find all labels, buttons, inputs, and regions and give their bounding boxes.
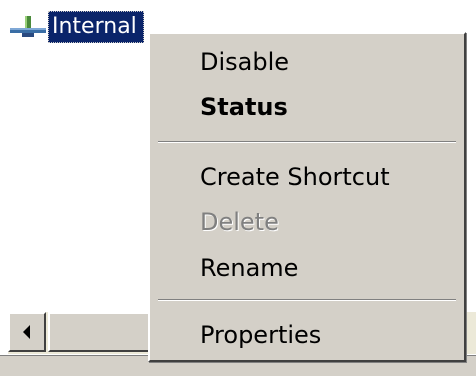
network-connection-label[interactable]: Internal — [48, 11, 144, 43]
menu-item-create-shortcut[interactable]: Create Shortcut — [200, 159, 390, 195]
scroll-left-button[interactable] — [8, 312, 46, 352]
network-connection-item[interactable]: Internal — [8, 11, 144, 43]
menu-item-rename[interactable]: Rename — [200, 250, 298, 286]
network-connection-icon — [10, 16, 46, 37]
scroll-thumb[interactable] — [48, 312, 158, 352]
scroll-left-arrow-icon — [23, 325, 30, 339]
menu-item-delete: Delete — [200, 208, 279, 236]
menu-separator — [158, 141, 456, 143]
context-menu: Disable Status Create Shortcut Delete Re… — [148, 32, 466, 362]
menu-item-status[interactable]: Status — [200, 89, 288, 125]
menu-item-disable[interactable]: Disable — [200, 44, 289, 80]
menu-item-properties[interactable]: Properties — [200, 317, 321, 353]
menu-separator — [158, 299, 456, 301]
